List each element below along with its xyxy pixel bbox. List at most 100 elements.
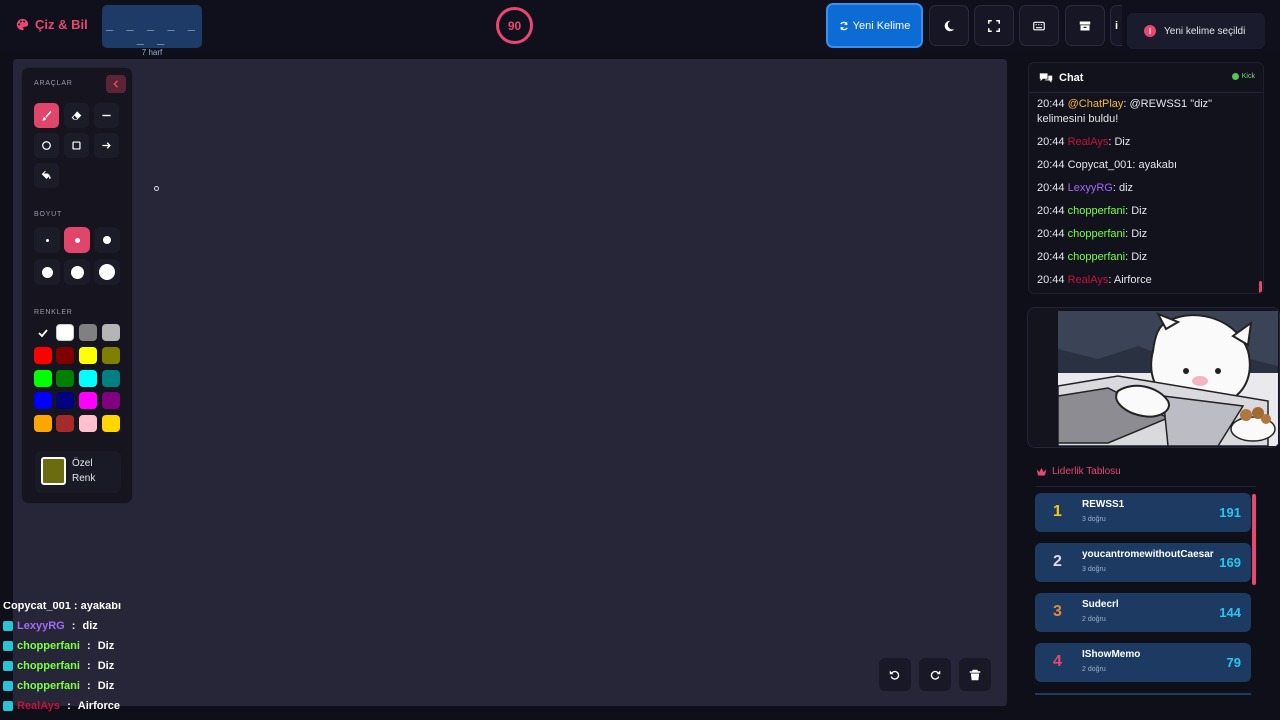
arrow-tool[interactable] [94, 133, 119, 158]
color-swatch[interactable] [56, 392, 74, 409]
leaderboard-item: 2 youcantromewithoutCaesar 3 doğru 169 [1035, 543, 1251, 582]
rectangle-tool[interactable] [64, 133, 89, 158]
color-swatch[interactable] [34, 347, 52, 364]
media-panel [1027, 307, 1280, 448]
overlay-chat-line: RealAys : Airforce [3, 696, 203, 716]
brush-tool[interactable] [34, 103, 59, 128]
color-swatch[interactable] [34, 415, 52, 432]
color-swatch[interactable] [102, 370, 120, 387]
chat-message: 20:44 chopperfani: Diz [1037, 250, 1255, 265]
leaderboard-item: 3 Sudecrl 2 doğru 144 [1035, 593, 1251, 632]
color-swatch[interactable] [79, 415, 97, 432]
size-dot [74, 237, 80, 243]
color-swatch[interactable] [102, 347, 120, 364]
leaderboard-name: IShowMemo [1082, 649, 1141, 660]
eraser-icon [71, 111, 82, 120]
leaderboard-name: REWSS1 [1082, 499, 1125, 510]
leaderboard-score: 169 [1219, 555, 1241, 570]
leaderboard-correct-count: 3 doğru [1082, 516, 1106, 523]
keyboard-icon [1033, 21, 1045, 30]
badge-icon [3, 681, 13, 691]
overlay-message: diz [82, 620, 98, 632]
size-dot [41, 266, 53, 278]
leaderboard-item-edge [1035, 693, 1251, 695]
message-time: 20:44 [1037, 159, 1065, 171]
undo-button[interactable] [879, 658, 911, 691]
color-swatch[interactable] [56, 370, 74, 387]
theme-toggle-button[interactable] [929, 5, 969, 46]
top-bar: Çiz & Bil _ _ _ _ _ _ _ 7 harf 90 Yeni K… [0, 0, 1280, 57]
keyboard-button[interactable] [1019, 5, 1059, 46]
color-swatch[interactable] [56, 324, 74, 341]
fullscreen-button[interactable] [974, 5, 1014, 46]
message-text: : Diz [1125, 228, 1148, 240]
archive-button[interactable] [1065, 5, 1105, 46]
message-time: 20:44 [1037, 251, 1065, 263]
info-button[interactable]: i [1110, 5, 1122, 46]
message-time: 20:44 [1037, 182, 1065, 194]
size-xxl[interactable] [94, 259, 120, 285]
leaderboard-scrollbar[interactable] [1252, 494, 1256, 585]
color-swatch[interactable] [79, 347, 97, 364]
new-word-button[interactable]: Yeni Kelime [826, 3, 923, 48]
message-text: : Diz [1108, 136, 1131, 148]
chat-message: 20:44 chopperfani: Diz [1037, 227, 1255, 242]
color-swatch[interactable] [34, 370, 52, 387]
redo-button[interactable] [919, 658, 951, 691]
info-icon: i [1114, 19, 1119, 32]
color-swatch[interactable] [56, 347, 74, 364]
size-xl[interactable] [64, 259, 90, 285]
message-text: : Diz [1125, 205, 1148, 217]
collapse-panel-button[interactable] [106, 75, 126, 93]
badge-icon [3, 701, 13, 711]
size-xs[interactable] [34, 227, 60, 253]
size-m[interactable] [94, 227, 120, 253]
chat-messages: 20:44 @ChatPlay: @REWSS1 "diz" kelimesin… [1037, 97, 1255, 293]
redo-icon [930, 670, 941, 680]
line-tool[interactable] [94, 103, 119, 128]
size-dot [99, 264, 115, 280]
refresh-icon [839, 21, 848, 30]
leaderboard-rank: 2 [1053, 553, 1062, 570]
circle-tool[interactable] [34, 133, 59, 158]
cat-typing-image [1058, 311, 1278, 446]
leaderboard-score: 79 [1226, 655, 1241, 670]
overlay-username: LexyyRG [17, 620, 65, 632]
color-swatch[interactable] [34, 392, 52, 409]
chevron-left-icon [113, 80, 119, 88]
color-swatch[interactable] [102, 324, 120, 341]
overlay-username: chopperfani [17, 640, 80, 652]
custom-color-picker[interactable]: Özel Renk [35, 451, 121, 493]
color-swatch[interactable] [56, 415, 74, 432]
size-dot [70, 265, 84, 279]
size-l[interactable] [34, 259, 60, 285]
fill-tool[interactable] [34, 163, 59, 188]
color-swatch[interactable] [79, 324, 97, 341]
message-user: RealAys [1067, 274, 1109, 286]
color-swatch[interactable] [34, 324, 52, 341]
color-swatch[interactable] [79, 392, 97, 409]
chat-scrollbar[interactable] [1259, 281, 1262, 293]
size-title: BOYUT [34, 211, 63, 218]
color-swatch[interactable] [79, 370, 97, 387]
color-swatch[interactable] [102, 392, 120, 409]
color-swatch[interactable] [102, 415, 120, 432]
overlay-message: Diz [97, 640, 115, 652]
chat-title: Chat [1059, 72, 1084, 84]
custom-color-swatch [41, 457, 66, 485]
overlay-message: Diz [97, 660, 115, 672]
eraser-tool[interactable] [64, 103, 89, 128]
archive-icon [1079, 21, 1091, 30]
leaderboard-correct-count: 2 doğru [1082, 616, 1106, 623]
paint-bucket-icon [41, 170, 51, 179]
chat-message: 20:44 RealAys: Diz [1037, 135, 1255, 150]
divider [1036, 486, 1256, 487]
overlay-username: RealAys [17, 700, 61, 712]
chat-message: 20:44 @ChatPlay: @REWSS1 "diz" kelimesin… [1037, 97, 1255, 127]
overlay-separator: : [83, 680, 94, 692]
size-s[interactable] [64, 227, 90, 253]
expand-icon [988, 19, 1000, 32]
clear-canvas-button[interactable] [959, 658, 991, 691]
check-icon [38, 328, 48, 337]
overlay-chat-line: chopperfani : Diz [3, 656, 203, 676]
